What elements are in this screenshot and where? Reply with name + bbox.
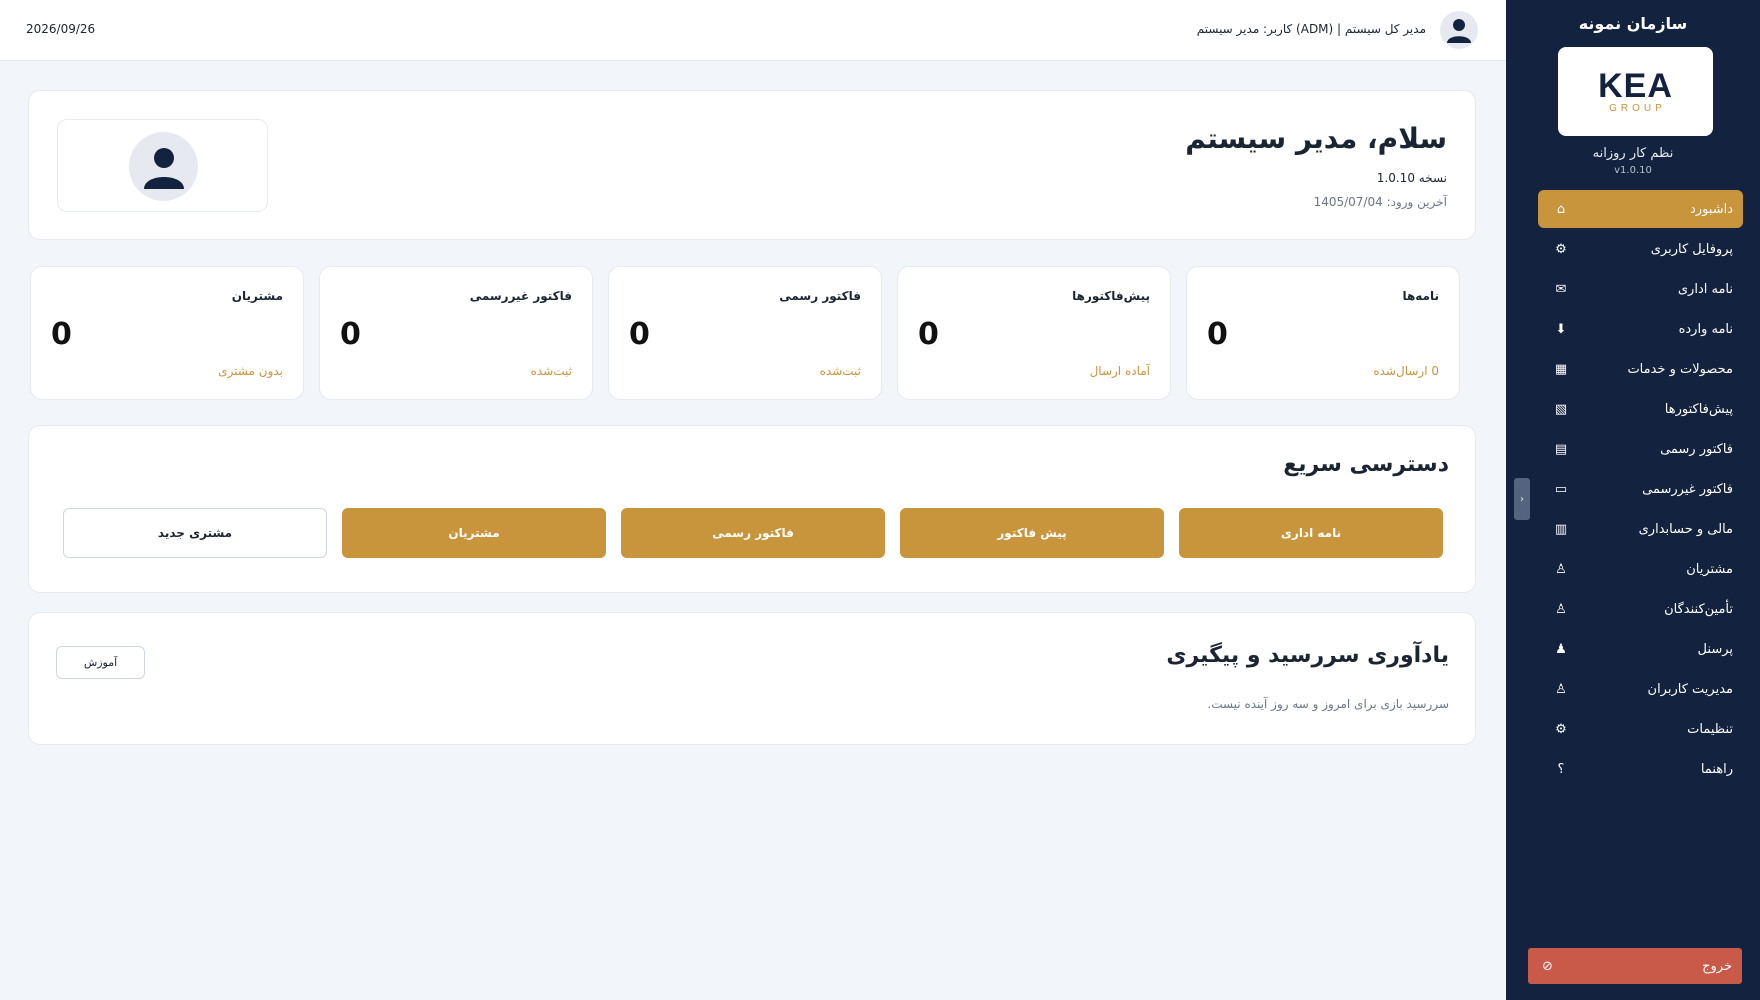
reminder-empty-text: سررسید بازی برای امروز و سه روز آینده نی…	[1207, 697, 1449, 711]
stat-title: نامه‌ها	[1402, 289, 1439, 303]
sidebar-item-products[interactable]: محصولات و خدمات ▦	[1538, 350, 1743, 388]
user-icon	[143, 147, 184, 189]
gear-icon: ⚙	[1555, 241, 1567, 257]
sidebar-item-unofficial-invoice[interactable]: فاکتور غیررسمی ▭	[1538, 470, 1743, 508]
download-icon: ⬇	[1555, 321, 1567, 337]
sidebar-item-dashboard[interactable]: داشبورد ⌂	[1538, 190, 1743, 228]
sidebar-item-label: راهنما	[1700, 761, 1733, 777]
quick-proforma-button[interactable]: پیش فاکتور	[900, 508, 1164, 558]
stat-card-customers[interactable]: مشتریان 0 بدون مشتری	[30, 266, 304, 400]
person-icon: ♙	[1555, 561, 1567, 577]
due-reminder-card: یادآوری سررسید و پیگیری سررسید بازی برای…	[28, 612, 1476, 745]
ledger-icon: ▥	[1554, 521, 1568, 537]
welcome-card: سلام، مدیر سیستم نسخه 1.0.10 آخرین ورود:…	[28, 90, 1476, 240]
quick-access-title: دسترسی سریع	[1283, 452, 1449, 477]
sidebar-item-label: مدیریت کاربران	[1647, 681, 1733, 697]
stat-subtitle: 0 ارسال‌شده	[1373, 364, 1439, 378]
stat-value: 0	[51, 317, 72, 352]
reminder-title: یادآوری سررسید و پیگیری	[1166, 643, 1449, 668]
last-login: آخرین ورود: 1405/07/04	[1313, 195, 1447, 209]
person-icon: ♟	[1555, 641, 1567, 657]
company-logo: KEA GROUP	[1558, 47, 1713, 136]
sidebar-item-proforma[interactable]: پیش‌فاکتورها ▧	[1538, 390, 1743, 428]
sidebar-item-incoming-letter[interactable]: نامه وارده ⬇	[1538, 310, 1743, 348]
quick-new-customer-button[interactable]: مشتری جدید	[63, 508, 327, 558]
stat-card-letters[interactable]: نامه‌ها 0 0 ارسال‌شده	[1186, 266, 1460, 400]
stat-title: فاکتور رسمی	[779, 289, 861, 303]
stat-card-unofficial-invoice[interactable]: فاکتور غیررسمی 0 ثبت‌شده	[319, 266, 593, 400]
user-avatar[interactable]	[1440, 11, 1478, 49]
sidebar-item-label: محصولات و خدمات	[1627, 361, 1733, 377]
welcome-title: سلام، مدیر سیستم	[1185, 122, 1447, 155]
person-icon: ♙	[1555, 601, 1567, 617]
rectangle-icon: ▭	[1554, 481, 1568, 497]
sidebar-item-profile[interactable]: پروفایل کاربری ⚙	[1538, 230, 1743, 268]
avatar	[129, 132, 198, 201]
sidebar-item-customers[interactable]: مشتریان ♙	[1538, 550, 1743, 588]
logout-icon: ⦸	[1542, 958, 1553, 974]
sidebar-item-official-letter[interactable]: نامه اداری ✉	[1538, 270, 1743, 308]
stat-value: 0	[629, 317, 650, 352]
sidebar-item-label: مالی و حسابداری	[1638, 521, 1733, 537]
tutorial-button[interactable]: آموزش	[56, 646, 145, 679]
sidebar-item-label: مشتریان	[1686, 561, 1733, 577]
grid-icon: ▦	[1554, 361, 1568, 377]
sidebar-item-official-invoice[interactable]: فاکتور رسمی ▤	[1538, 430, 1743, 468]
help-icon: ؟	[1557, 761, 1565, 777]
settings-icon: ⚙	[1555, 721, 1567, 737]
sidebar-item-suppliers[interactable]: تأمین‌کنندگان ♙	[1538, 590, 1743, 628]
stat-card-proforma[interactable]: پیش‌فاکتورها 0 آماده ارسال	[897, 266, 1171, 400]
stat-value: 0	[340, 317, 361, 352]
user-icon	[1447, 19, 1471, 43]
person-icon: ♙	[1555, 681, 1567, 697]
logo-sub-text: GROUP	[1609, 103, 1666, 114]
logo-main-text: KEA	[1598, 67, 1673, 105]
sidebar-item-label: نامه وارده	[1678, 321, 1733, 337]
welcome-version: نسخه 1.0.10	[1376, 171, 1447, 185]
sidebar-item-label: نامه اداری	[1677, 281, 1733, 297]
sidebar-item-label: فاکتور غیررسمی	[1642, 481, 1733, 497]
app-tagline: نظم کار روزانه	[1592, 146, 1674, 161]
current-date: 2026/09/26	[26, 22, 96, 36]
quick-official-letter-button[interactable]: نامه اداری	[1179, 508, 1443, 558]
stat-value: 0	[918, 317, 939, 352]
home-icon: ⌂	[1556, 201, 1566, 217]
hatched-doc-icon: ▧	[1554, 401, 1568, 417]
quick-access-card: دسترسی سریع نامه اداری پیش فاکتور فاکتور…	[28, 425, 1476, 593]
stat-card-official-invoice[interactable]: فاکتور رسمی 0 ثبت‌شده	[608, 266, 882, 400]
sidebar-item-label: تنظیمات	[1687, 721, 1733, 737]
sidebar-item-label: پرسنل	[1697, 641, 1733, 657]
sidebar-item-label: تأمین‌کنندگان	[1664, 601, 1733, 617]
app-version: v1.0.10	[1614, 165, 1652, 176]
stat-subtitle: ثبت‌شده	[819, 364, 861, 378]
sidebar-item-label: پروفایل کاربری	[1650, 241, 1733, 257]
logout-button[interactable]: خروج ⦸	[1528, 948, 1742, 984]
current-user-info: کاربر: مدیر سیستم (ADM) | مدیر کل سیستم	[1196, 22, 1426, 36]
stat-subtitle: ثبت‌شده	[530, 364, 572, 378]
stat-title: مشتریان	[231, 289, 283, 303]
sidebar-item-help[interactable]: راهنما ؟	[1538, 750, 1743, 788]
stat-title: فاکتور غیررسمی	[469, 289, 572, 303]
top-bar: 2026/09/26 کاربر: مدیر سیستم (ADM) | مدی…	[0, 0, 1506, 61]
sidebar-item-label: پیش‌فاکتورها	[1664, 401, 1733, 417]
stat-title: پیش‌فاکتورها	[1072, 289, 1150, 303]
sidebar-item-settings[interactable]: تنظیمات ⚙	[1538, 710, 1743, 748]
org-name: سازمان نمونه	[1578, 14, 1688, 33]
mail-icon: ✉	[1555, 281, 1567, 297]
sidebar-collapse-toggle[interactable]: ‹	[1514, 478, 1530, 520]
sidebar-item-label: فاکتور رسمی	[1660, 441, 1733, 457]
lined-doc-icon: ▤	[1554, 441, 1568, 457]
stat-subtitle: بدون مشتری	[218, 364, 283, 378]
quick-official-invoice-button[interactable]: فاکتور رسمی	[621, 508, 885, 558]
stat-value: 0	[1207, 317, 1228, 352]
sidebar-item-user-management[interactable]: مدیریت کاربران ♙	[1538, 670, 1743, 708]
profile-picture-box	[57, 119, 268, 212]
logout-label: خروج	[1702, 958, 1732, 974]
sidebar: سازمان نمونه KEA GROUP نظم کار روزانه v1…	[1506, 0, 1760, 1000]
stat-subtitle: آماده ارسال	[1089, 364, 1150, 378]
sidebar-item-finance[interactable]: مالی و حسابداری ▥	[1538, 510, 1743, 548]
quick-customers-button[interactable]: مشتریان	[342, 508, 606, 558]
sidebar-item-personnel[interactable]: پرسنل ♟	[1538, 630, 1743, 668]
sidebar-item-label: داشبورد	[1690, 201, 1733, 217]
